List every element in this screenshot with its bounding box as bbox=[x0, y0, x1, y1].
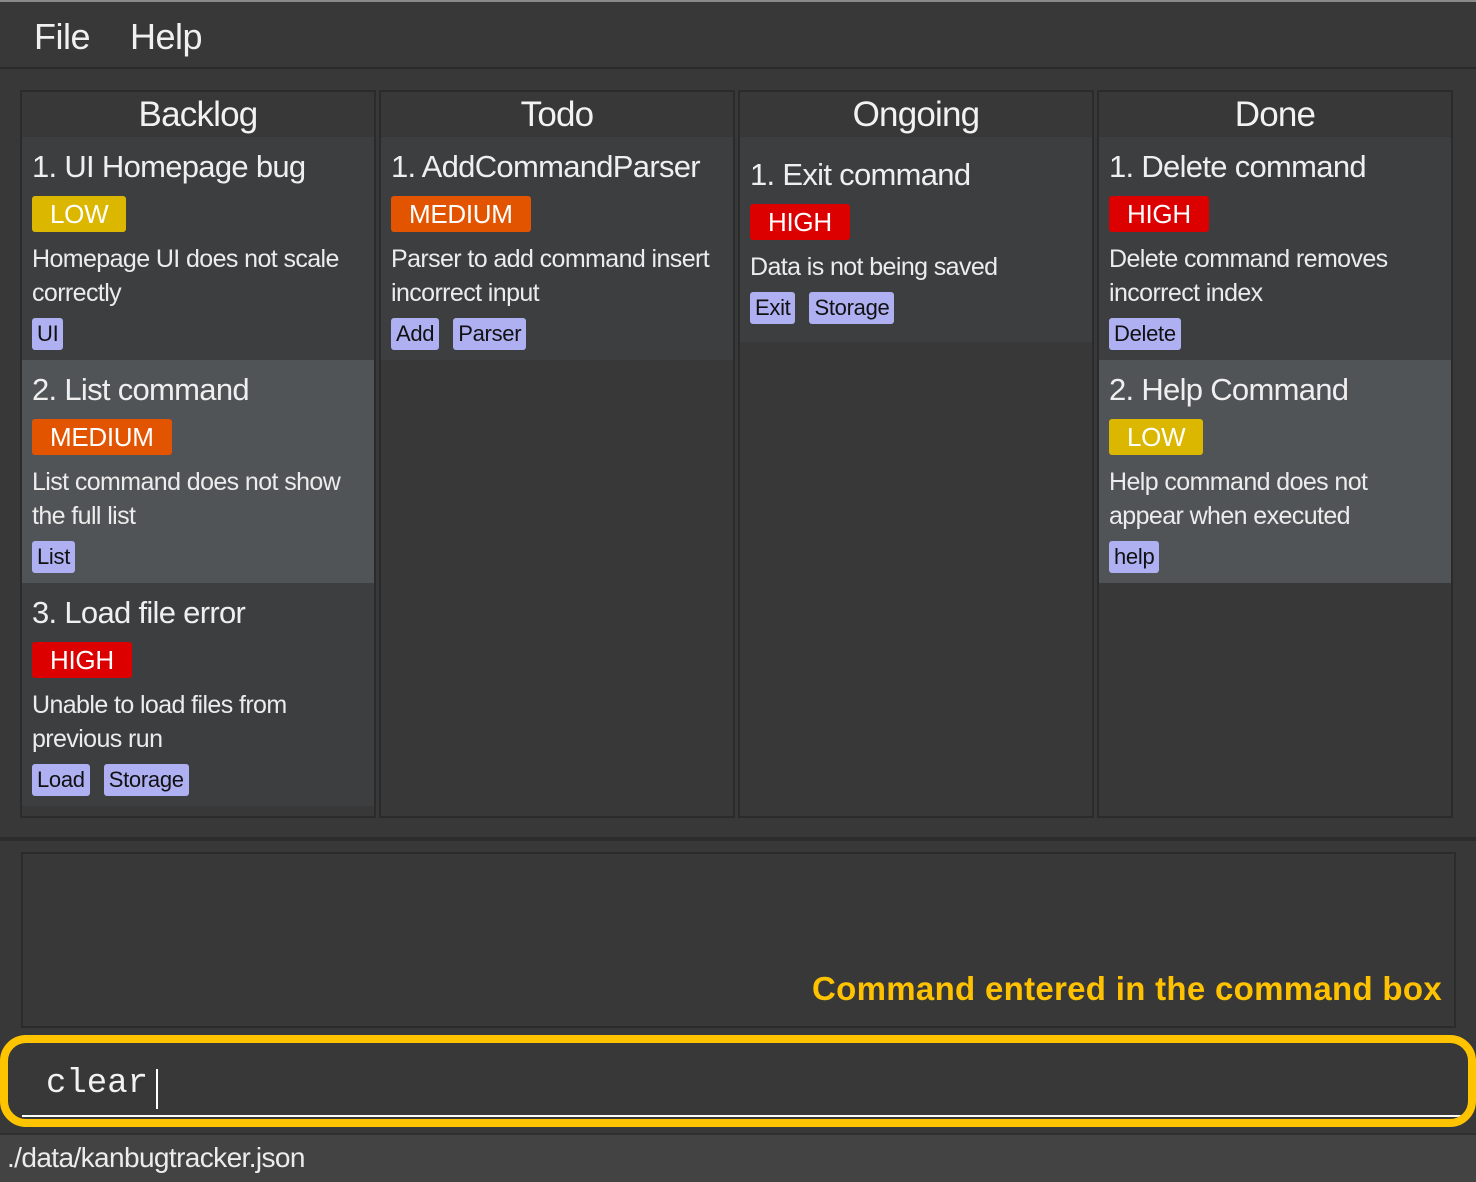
bug-card[interactable]: 1. AddCommandParser MEDIUM Parser to add… bbox=[381, 137, 733, 360]
priority-badge: HIGH bbox=[1109, 196, 1209, 232]
column-backlog: Backlog 1. UI Homepage bug LOW Homepage … bbox=[20, 90, 376, 818]
bug-card[interactable]: 1. Delete command HIGH Delete command re… bbox=[1099, 137, 1451, 360]
panel-divider[interactable] bbox=[0, 837, 1476, 841]
kanban-board: Backlog 1. UI Homepage bug LOW Homepage … bbox=[0, 69, 1476, 839]
bug-title: 1. Exit command bbox=[750, 157, 971, 192]
bug-title: 3. Load file error bbox=[32, 595, 246, 630]
tag: Parser bbox=[453, 318, 527, 350]
tag-list: List bbox=[32, 541, 364, 573]
bug-title: 1. UI Homepage bug bbox=[32, 149, 306, 184]
priority-badge: MEDIUM bbox=[32, 419, 172, 455]
tag-list: help bbox=[1109, 541, 1441, 573]
column-todo: Todo 1. AddCommandParser MEDIUM Parser t… bbox=[379, 90, 735, 818]
annotation-label: Command entered in the command box bbox=[812, 970, 1442, 1007]
priority-badge: LOW bbox=[1109, 419, 1204, 455]
bug-description: Help command does not appear when execut… bbox=[1109, 468, 1368, 530]
tag-list: Exit Storage bbox=[750, 292, 1082, 324]
bug-description: Homepage UI does not scale correctly bbox=[32, 245, 339, 307]
tag: Storage bbox=[809, 292, 895, 324]
menu-bar: File Help bbox=[0, 0, 1476, 69]
menu-help[interactable]: Help bbox=[130, 16, 203, 58]
column-ongoing: Ongoing 1. Exit command HIGH Data is not… bbox=[738, 90, 1094, 818]
command-input[interactable] bbox=[22, 1043, 1462, 1117]
bug-card[interactable]: 1. UI Homepage bug LOW Homepage UI does … bbox=[22, 137, 374, 360]
priority-badge: LOW bbox=[32, 196, 127, 232]
tag: Exit bbox=[750, 292, 796, 324]
tag: help bbox=[1109, 541, 1160, 573]
tag-list: Load Storage bbox=[32, 764, 364, 796]
priority-badge: HIGH bbox=[32, 642, 132, 678]
bug-title: 1. Delete command bbox=[1109, 149, 1367, 184]
command-box-highlight bbox=[0, 1035, 1476, 1127]
bug-card[interactable]: 3. Load file error HIGH Unable to load f… bbox=[22, 583, 374, 806]
tag: Delete bbox=[1109, 318, 1181, 350]
priority-badge: MEDIUM bbox=[391, 196, 531, 232]
tag: Load bbox=[32, 764, 90, 796]
tag-list: Delete bbox=[1109, 318, 1441, 350]
text-caret bbox=[156, 1069, 158, 1109]
bug-description: Data is not being saved bbox=[750, 253, 998, 281]
bug-card[interactable]: 1. Exit command HIGH Data is not being s… bbox=[740, 137, 1092, 342]
tag-list: Add Parser bbox=[391, 318, 723, 350]
column-header: Backlog bbox=[22, 92, 374, 137]
tag: Add bbox=[391, 318, 440, 350]
priority-badge: HIGH bbox=[750, 204, 850, 240]
bug-title: 2. Help Command bbox=[1109, 372, 1349, 407]
bug-description: Unable to load files from previous run bbox=[32, 691, 287, 753]
status-bar: ./data/kanbugtracker.json bbox=[0, 1133, 1476, 1182]
tag: List bbox=[32, 541, 76, 573]
menu-file[interactable]: File bbox=[34, 16, 91, 58]
bug-card[interactable]: 2. Help Command LOW Help command does no… bbox=[1099, 360, 1451, 583]
tag: Storage bbox=[103, 764, 189, 796]
bug-description: Delete command removes incorrect index bbox=[1109, 245, 1388, 307]
bug-title: 2. List command bbox=[32, 372, 250, 407]
column-header: Todo bbox=[381, 92, 733, 137]
result-display: Command entered in the command box bbox=[21, 852, 1456, 1028]
bug-card[interactable]: 2. List command MEDIUM List command does… bbox=[22, 360, 374, 583]
bug-description: Parser to add command insert incorrect i… bbox=[391, 245, 710, 307]
bug-description: List command does not show the full list bbox=[32, 468, 341, 530]
column-header: Done bbox=[1099, 92, 1451, 137]
bug-title: 1. AddCommandParser bbox=[391, 149, 701, 184]
column-done: Done 1. Delete command HIGH Delete comma… bbox=[1097, 90, 1453, 818]
tag-list: UI bbox=[32, 318, 364, 350]
column-header: Ongoing bbox=[740, 92, 1092, 137]
save-file-path: ./data/kanbugtracker.json bbox=[7, 1142, 305, 1173]
tag: UI bbox=[32, 318, 64, 350]
